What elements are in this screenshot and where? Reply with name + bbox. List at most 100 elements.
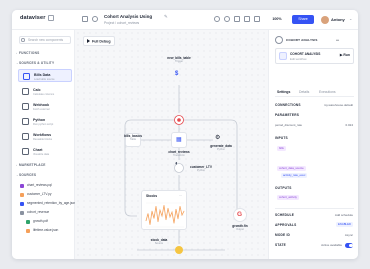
python-icon — [22, 118, 29, 125]
data-point — [165, 219, 167, 221]
input-pill[interactable]: activity_rate_exec — [281, 173, 308, 178]
stocks-line-chart — [145, 202, 185, 228]
sidebar-item-webhook[interactable]: Webhook Fetch external — [18, 100, 72, 113]
section-sources-utility[interactable]: SOURCES & UTILITY — [19, 61, 54, 65]
app-switcher-icon[interactable] — [48, 15, 54, 21]
redo-icon[interactable] — [224, 16, 230, 22]
workflow-subtitle: Edit workflow — [290, 57, 307, 61]
gear-icon[interactable]: ⚙ — [215, 134, 220, 141]
data-point — [151, 210, 153, 212]
history-icon[interactable] — [244, 16, 250, 22]
sidebar-item-title: Webhook — [33, 102, 50, 107]
section-marketplace[interactable]: MARKETPLACE — [19, 163, 46, 167]
divider — [275, 208, 354, 209]
workflow-canvas[interactable]: Full Debug new_bills_table Trigger $ ▦ c… — [75, 30, 268, 259]
panel-top-label: COHORT ANALYSIS — [286, 38, 318, 42]
workflow-header-card[interactable]: COHORT ANALYSIS Edit workflow ▶ Run — [275, 48, 354, 64]
back-icon[interactable] — [275, 36, 283, 44]
sidebar-item-workflows[interactable]: Workflows Reusable blocks — [18, 130, 72, 143]
approvals-badge[interactable]: ENABLED — [335, 222, 353, 227]
home-icon[interactable] — [92, 16, 98, 22]
comment-icon[interactable] — [234, 16, 240, 22]
table-icon — [23, 73, 30, 80]
app-window: dataviser Cohort Analysis Using ✎ Projec… — [12, 10, 358, 259]
user-name[interactable]: Antony — [331, 17, 345, 22]
node-chart-reviews[interactable]: ▦ — [171, 132, 187, 148]
state-value: Active available — [321, 243, 342, 247]
stocks-chart-card[interactable]: Stocks ... — [141, 190, 187, 230]
node-new-bills-label: new_bills_table Trigger — [167, 56, 191, 63]
sidebar-item-desc: Load table source — [34, 77, 55, 81]
mode-label: MODE ID — [275, 233, 291, 237]
brand-logo[interactable]: dataviser — [20, 15, 45, 21]
node-stock-label: stock_data Source — [150, 238, 168, 245]
run-button[interactable]: ▶ Run — [340, 53, 350, 57]
sidebar: Search new components › FUNCTIONS ⌄ SOUR… — [12, 30, 76, 259]
python-icon[interactable]: ◐ — [175, 161, 179, 167]
input-pill[interactable]: bills — [277, 146, 286, 151]
node-google[interactable]: G — [233, 208, 247, 222]
sidebar-item-desc: Visualize data — [33, 152, 50, 156]
section-functions[interactable]: FUNCTIONS — [19, 51, 39, 55]
search-input[interactable]: Search new components — [19, 36, 71, 44]
folder-icon — [20, 210, 24, 215]
section-sources[interactable]: SOURCES — [19, 173, 36, 177]
input-pill[interactable]: cohort_data_source — [277, 166, 306, 171]
chart-node-icon: ▦ — [176, 137, 182, 143]
mode-value[interactable]: Async — [345, 233, 353, 237]
state-toggle[interactable] — [345, 243, 353, 248]
sidebar-item-desc: Reusable blocks — [33, 137, 53, 141]
dollar-icon[interactable]: $ — [175, 71, 178, 77]
data-point — [181, 214, 183, 216]
sidebar-item-calc[interactable]: Calc Calculate columns — [18, 85, 72, 98]
sidebar-item-desc: Calculate columns — [33, 92, 55, 96]
calculator-icon — [22, 88, 29, 95]
json-file-icon — [20, 201, 24, 206]
chevron-right-icon[interactable]: › — [16, 51, 17, 55]
data-point — [173, 222, 175, 224]
add-schedule-button[interactable]: Add schedule — [335, 213, 353, 217]
parameter-key[interactable]: period_discount_rate — [275, 123, 302, 127]
series-line — [145, 205, 185, 225]
node-customer-ltv-label: customer_LTV Python — [190, 165, 212, 172]
share-button[interactable]: Share — [292, 15, 314, 24]
json-file-icon — [26, 228, 30, 233]
sidebar-toggle-icon[interactable] — [82, 16, 88, 22]
sidebar-item-desc: Run python script — [33, 122, 54, 126]
data-point — [183, 210, 185, 212]
outputs-label: OUTPUTS — [275, 186, 292, 190]
avatar[interactable] — [321, 16, 329, 24]
data-point — [167, 207, 169, 209]
data-point — [147, 213, 149, 214]
zoom-level[interactable]: 100% — [267, 15, 287, 24]
data-point — [163, 205, 165, 206]
chevron-down-icon[interactable]: ⌄ — [349, 16, 352, 21]
tab-details[interactable]: Details — [299, 90, 309, 94]
node-bills-label: bills_basics Table — [123, 134, 143, 141]
more-icon[interactable]: ... — [179, 193, 182, 197]
workflow-icon — [279, 52, 287, 60]
present-icon[interactable] — [254, 16, 260, 22]
inputs-label: INPUTS — [275, 136, 288, 140]
parameter-value[interactable]: 0.024 — [345, 123, 353, 127]
edit-title-icon[interactable]: ✎ — [164, 14, 168, 20]
workflow-icon — [22, 133, 29, 140]
output-pill[interactable]: cohort_activity — [277, 195, 299, 200]
google-icon: G — [237, 211, 243, 218]
data-point — [161, 215, 163, 217]
undo-icon[interactable] — [214, 16, 220, 22]
tab-executions[interactable]: Executions — [319, 90, 336, 94]
sidebar-item-title: Bills Data — [34, 72, 51, 77]
state-label: STATE — [275, 243, 286, 247]
connections-value[interactable]: my.warehouse.default — [324, 103, 353, 107]
data-point — [177, 218, 179, 220]
sidebar-item-chart[interactable]: Chart Visualize data — [18, 145, 72, 158]
more-icon[interactable]: ••• — [336, 38, 339, 42]
search-icon — [21, 38, 25, 42]
chart-icon — [22, 148, 29, 155]
sidebar-item-bills-data[interactable]: Bills Data Load table source — [18, 69, 72, 82]
data-point — [169, 216, 171, 218]
divider — [275, 96, 354, 97]
chevron-right-icon[interactable]: › — [16, 163, 17, 167]
sidebar-item-python[interactable]: Python Run python script — [18, 115, 72, 128]
